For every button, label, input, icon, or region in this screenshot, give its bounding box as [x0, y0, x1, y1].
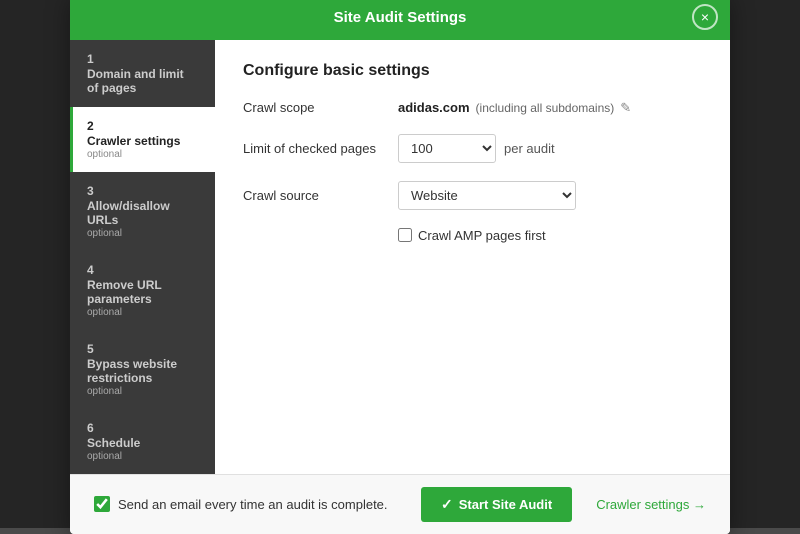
main-content: Configure basic settings Crawl scope adi… [215, 40, 730, 474]
footer-right: ✓ Start Site Audit Crawler settings → [421, 487, 706, 522]
checkmark-icon: ✓ [441, 496, 453, 513]
step-num-4: 4 [87, 263, 201, 277]
step-label-2: Crawler settings [87, 134, 201, 148]
limit-pages-row: Limit of checked pages 100 500 1000 5000… [243, 134, 702, 163]
per-audit-label: per audit [504, 141, 555, 156]
step-label-4: Remove URLparameters [87, 278, 201, 306]
section-title: Configure basic settings [243, 62, 702, 80]
site-audit-dialog: Site Audit Settings × 1 Domain and limit… [70, 0, 730, 534]
crawl-amp-label[interactable]: Crawl AMP pages first [418, 228, 546, 243]
crawl-amp-checkbox[interactable] [398, 228, 412, 242]
dialog-title: Site Audit Settings [334, 9, 467, 26]
crawl-source-row: Crawl source Website Sitemap Website and… [243, 181, 702, 210]
step-label-1: Domain and limitof pages [87, 67, 201, 95]
step-optional-5: optional [87, 386, 201, 397]
dialog-body: 1 Domain and limitof pages 2 Crawler set… [70, 40, 730, 474]
step-num-2: 2 [87, 119, 201, 133]
step-num-3: 3 [87, 184, 201, 198]
sidebar-item-crawler[interactable]: 2 Crawler settings optional [70, 107, 215, 172]
sidebar-item-allow-disallow[interactable]: 3 Allow/disallowURLs optional [70, 172, 215, 251]
step-label-6: Schedule [87, 436, 201, 450]
crawl-scope-row: Crawl scope adidas.com (including all su… [243, 100, 702, 116]
dialog-footer: Send an email every time an audit is com… [70, 474, 730, 534]
step-optional-3: optional [87, 228, 201, 239]
step-num-1: 1 [87, 52, 201, 66]
footer-left: Send an email every time an audit is com… [94, 496, 388, 512]
step-num-6: 6 [87, 421, 201, 435]
step-label-5: Bypass websiterestrictions [87, 357, 201, 385]
step-optional-4: optional [87, 307, 201, 318]
limit-pages-label: Limit of checked pages [243, 141, 398, 156]
email-notify-label[interactable]: Send an email every time an audit is com… [118, 497, 388, 512]
step-optional-2: optional [87, 149, 201, 160]
email-notify-checkbox[interactable] [94, 496, 110, 512]
step-label-3: Allow/disallowURLs [87, 199, 201, 227]
sidebar-item-remove-url[interactable]: 4 Remove URLparameters optional [70, 251, 215, 330]
subdomain-text: (including all subdomains) [476, 101, 615, 115]
crawl-source-select[interactable]: Website Sitemap Website and Sitemap [398, 181, 576, 210]
crawl-scope-label: Crawl scope [243, 100, 398, 115]
edit-domain-icon[interactable]: ✎ [620, 100, 631, 116]
step-num-5: 5 [87, 342, 201, 356]
crawl-amp-row: Crawl AMP pages first [398, 228, 702, 243]
dialog-header: Site Audit Settings × [70, 0, 730, 40]
limit-pages-select[interactable]: 100 500 1000 5000 10000 20000 50000 1000… [398, 134, 496, 163]
start-audit-button[interactable]: ✓ Start Site Audit [421, 487, 572, 522]
start-audit-label: Start Site Audit [459, 497, 552, 512]
sidebar-item-schedule[interactable]: 6 Schedule optional [70, 409, 215, 474]
close-icon: × [701, 10, 709, 24]
domain-name: adidas.com [398, 100, 470, 115]
crawl-source-label: Crawl source [243, 188, 398, 203]
sidebar-item-bypass[interactable]: 5 Bypass websiterestrictions optional [70, 330, 215, 409]
sidebar: 1 Domain and limitof pages 2 Crawler set… [70, 40, 215, 474]
close-button[interactable]: × [692, 4, 718, 30]
sidebar-item-domain[interactable]: 1 Domain and limitof pages [70, 40, 215, 107]
crawler-settings-label: Crawler settings → [596, 497, 706, 512]
step-optional-6: optional [87, 451, 201, 462]
crawler-settings-link[interactable]: Crawler settings → [596, 497, 706, 512]
crawl-scope-value: adidas.com (including all subdomains) ✎ [398, 100, 631, 116]
